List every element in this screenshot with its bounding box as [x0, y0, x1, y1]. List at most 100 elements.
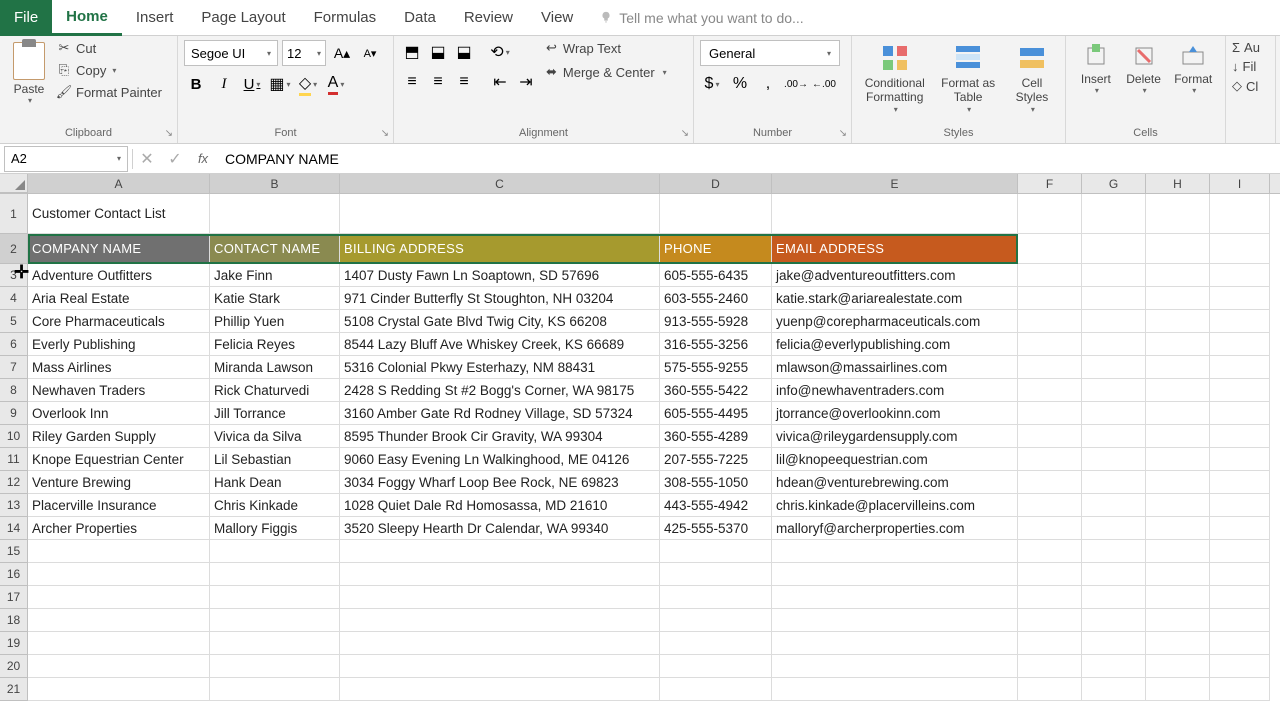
cell[interactable]	[1018, 471, 1082, 494]
cell[interactable]	[1146, 471, 1210, 494]
cell[interactable]: Lil Sebastian	[210, 448, 340, 471]
cell[interactable]	[1082, 563, 1146, 586]
conditional-formatting-button[interactable]: Conditional Formatting▾	[858, 40, 931, 116]
delete-cells-button[interactable]: Delete▾	[1120, 40, 1168, 98]
cell[interactable]: Aria Real Estate	[28, 287, 210, 310]
cell[interactable]: Jill Torrance	[210, 402, 340, 425]
cell[interactable]	[772, 655, 1018, 678]
formula-input[interactable]: COMPANY NAME	[217, 146, 1280, 172]
number-format-dropdown[interactable]: General▾	[700, 40, 840, 66]
align-center-button[interactable]: ≡	[426, 70, 450, 94]
cell[interactable]: Felicia Reyes	[210, 333, 340, 356]
cell[interactable]	[1018, 425, 1082, 448]
cell[interactable]: 3520 Sleepy Hearth Dr Calendar, WA 99340	[340, 517, 660, 540]
font-size-dropdown[interactable]: 12▾	[282, 40, 326, 66]
cell[interactable]	[1146, 563, 1210, 586]
cell[interactable]	[28, 655, 210, 678]
cell[interactable]	[1146, 379, 1210, 402]
row-header[interactable]: 5	[0, 310, 28, 333]
row-header[interactable]: 14	[0, 517, 28, 540]
cell[interactable]	[1210, 448, 1270, 471]
cell[interactable]	[210, 678, 340, 701]
cell[interactable]	[1146, 234, 1210, 264]
cell[interactable]: 207-555-7225	[660, 448, 772, 471]
cell[interactable]: Archer Properties	[28, 517, 210, 540]
comma-format-button[interactable]: ,	[756, 72, 780, 96]
cell[interactable]	[772, 563, 1018, 586]
cell[interactable]: chris.kinkade@placervilleins.com	[772, 494, 1018, 517]
dialog-launcher-icon[interactable]: ↘	[165, 128, 173, 139]
increase-indent-button[interactable]: ⇥	[514, 70, 538, 94]
cell[interactable]: Jake Finn	[210, 264, 340, 287]
cell[interactable]: 308-555-1050	[660, 471, 772, 494]
cell[interactable]: vivica@rileygardensupply.com	[772, 425, 1018, 448]
cell[interactable]: Placerville Insurance	[28, 494, 210, 517]
cell[interactable]	[1210, 517, 1270, 540]
column-header-F[interactable]: F	[1018, 174, 1082, 193]
cell[interactable]	[1082, 678, 1146, 701]
cell[interactable]	[1146, 517, 1210, 540]
align-bottom-button[interactable]: ⬓	[452, 40, 476, 64]
cell[interactable]	[1146, 333, 1210, 356]
cell[interactable]: felicia@everlypublishing.com	[772, 333, 1018, 356]
cell[interactable]: lil@knopeequestrian.com	[772, 448, 1018, 471]
cell[interactable]: yuenp@corepharmaceuticals.com	[772, 310, 1018, 333]
insert-function-button[interactable]: fx	[189, 146, 217, 172]
cell[interactable]	[1146, 678, 1210, 701]
tab-home[interactable]: Home	[52, 0, 122, 36]
cell[interactable]	[772, 194, 1018, 234]
cell[interactable]	[1082, 609, 1146, 632]
cell[interactable]: BILLING ADDRESS	[340, 234, 660, 264]
cell[interactable]	[1146, 586, 1210, 609]
cell[interactable]	[1018, 448, 1082, 471]
cell[interactable]: Hank Dean	[210, 471, 340, 494]
cell[interactable]: Adventure Outfitters	[28, 264, 210, 287]
tab-formulas[interactable]: Formulas	[300, 0, 391, 36]
row-header[interactable]: 19	[0, 632, 28, 655]
align-left-button[interactable]: ≡	[400, 70, 424, 94]
decrease-indent-button[interactable]: ⇤	[488, 70, 512, 94]
cell[interactable]	[1082, 448, 1146, 471]
decrease-decimal-button[interactable]: ←.00	[812, 72, 836, 96]
cell[interactable]	[772, 632, 1018, 655]
cell[interactable]	[1210, 540, 1270, 563]
cell[interactable]	[772, 540, 1018, 563]
cell[interactable]	[210, 609, 340, 632]
row-header[interactable]: 9	[0, 402, 28, 425]
percent-format-button[interactable]: %	[728, 72, 752, 96]
cell[interactable]: 971 Cinder Butterfly St Stoughton, NH 03…	[340, 287, 660, 310]
tell-me-search[interactable]: Tell me what you want to do...	[599, 10, 803, 26]
select-all-button[interactable]	[0, 174, 28, 193]
cell[interactable]	[1210, 425, 1270, 448]
cell[interactable]: jake@adventureoutfitters.com	[772, 264, 1018, 287]
insert-cells-button[interactable]: Insert▾	[1072, 40, 1120, 98]
cell[interactable]	[772, 609, 1018, 632]
cell[interactable]	[1082, 234, 1146, 264]
cell[interactable]: 3160 Amber Gate Rd Rodney Village, SD 57…	[340, 402, 660, 425]
enter-formula-button[interactable]: ✓	[161, 146, 189, 172]
cancel-formula-button[interactable]: ✕	[133, 146, 161, 172]
fill-color-button[interactable]: ◇▾	[296, 72, 320, 96]
cell[interactable]: 443-555-4942	[660, 494, 772, 517]
cell[interactable]: 5316 Colonial Pkwy Esterhazy, NM 88431	[340, 356, 660, 379]
column-header-G[interactable]: G	[1082, 174, 1146, 193]
cell[interactable]: 2428 S Redding St #2 Bogg's Corner, WA 9…	[340, 379, 660, 402]
cell[interactable]: CONTACT NAME	[210, 234, 340, 264]
cell[interactable]: 605-555-6435	[660, 264, 772, 287]
row-header[interactable]: 17	[0, 586, 28, 609]
cell[interactable]	[1018, 563, 1082, 586]
cell[interactable]: 316-555-3256	[660, 333, 772, 356]
spreadsheet-grid[interactable]: ABCDEFGHI 1Customer Contact List2COMPANY…	[0, 174, 1280, 701]
column-header-A[interactable]: A	[28, 174, 210, 193]
cell[interactable]	[1210, 609, 1270, 632]
cell[interactable]	[1082, 402, 1146, 425]
cell[interactable]	[1018, 632, 1082, 655]
cell[interactable]	[1018, 333, 1082, 356]
cell[interactable]	[1146, 356, 1210, 379]
fill-button[interactable]: ↓Fil	[1232, 59, 1256, 74]
cell[interactable]	[1210, 333, 1270, 356]
wrap-text-button[interactable]: ↩Wrap Text	[546, 40, 667, 56]
cell[interactable]	[210, 586, 340, 609]
cell[interactable]: Mass Airlines	[28, 356, 210, 379]
cell[interactable]	[1082, 471, 1146, 494]
